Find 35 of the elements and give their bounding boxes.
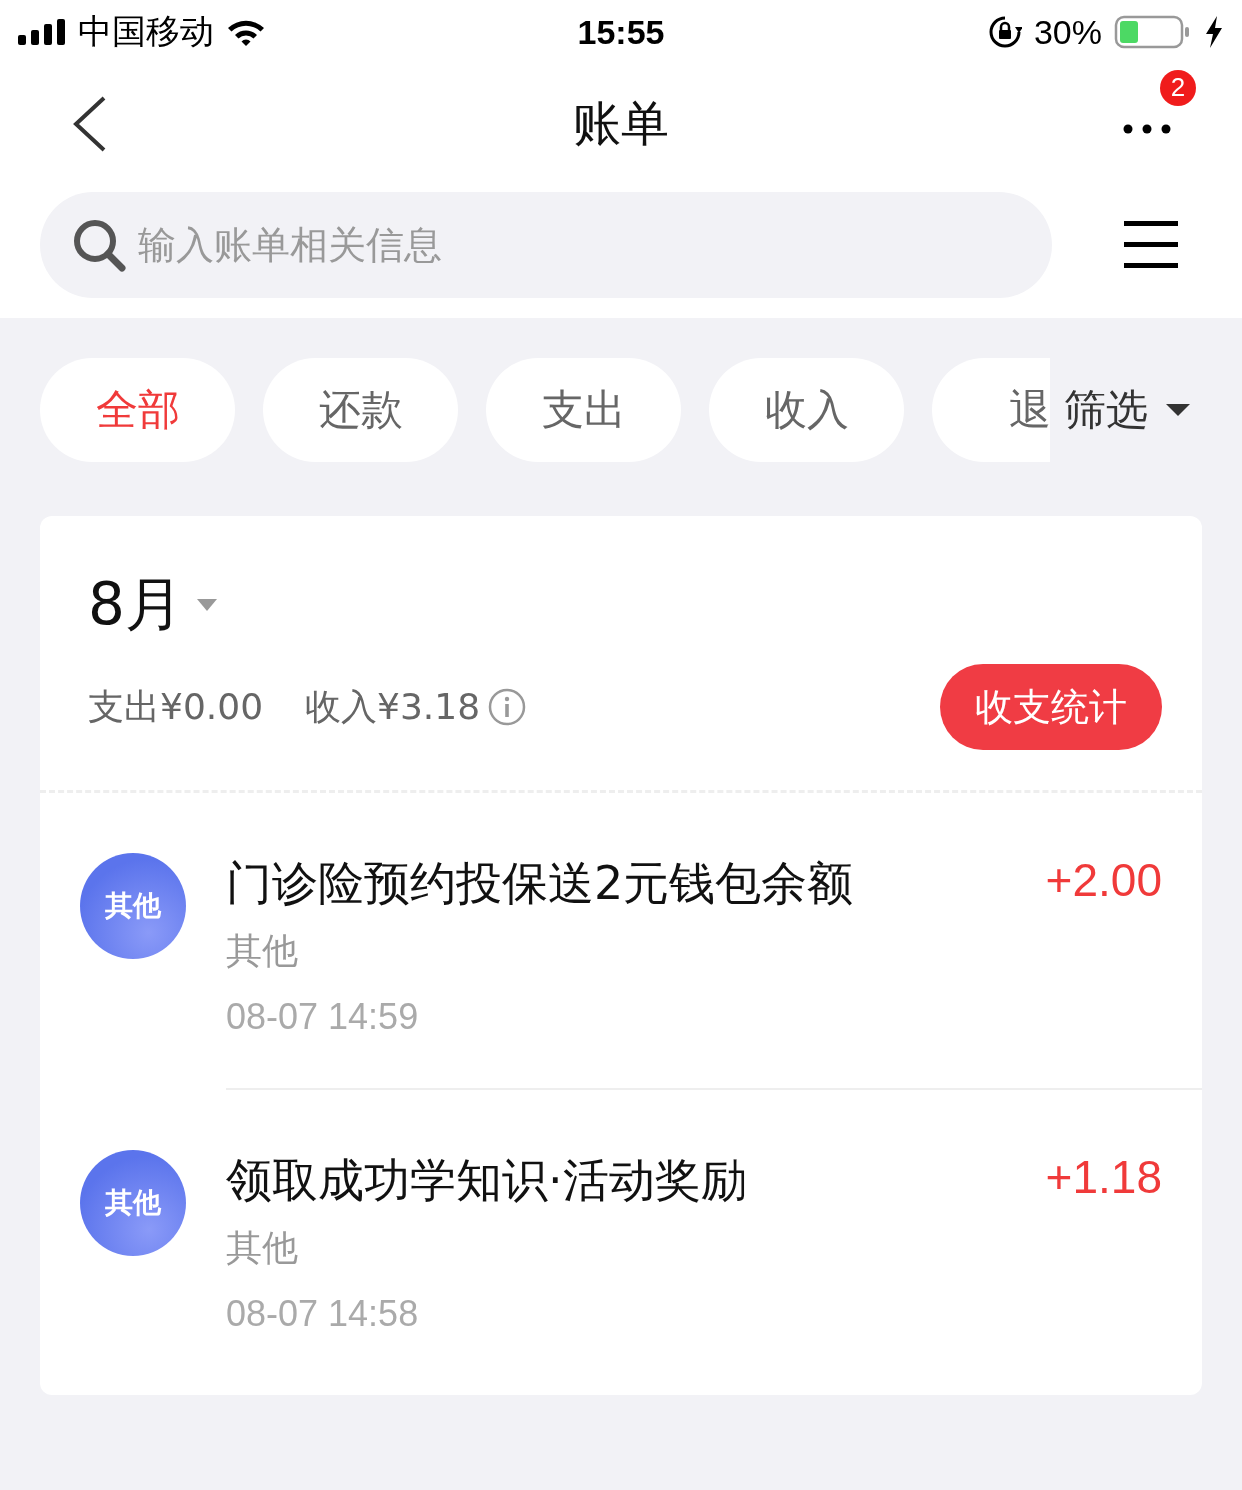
rotation-lock-icon [987,15,1022,49]
back-icon[interactable] [72,96,108,152]
filter-tab[interactable]: 退 [932,358,1050,462]
transaction-title: 门诊险预约投保送2元钱包余额 [226,855,854,912]
transaction-category: 其他 [226,1226,299,1270]
income-total: 收入¥3.18 [305,684,481,729]
page-title: 账单 [573,94,669,153]
caret-icon [196,599,217,611]
category-avatar: 其他 [80,1150,186,1256]
menu-icon[interactable] [1124,221,1178,269]
battery-icon [1114,15,1192,49]
transaction-category: 其他 [226,929,299,973]
filter-tab[interactable]: 全部 [40,358,235,462]
notification-badge: 2 [1160,69,1196,106]
transaction-time: 08-07 14:58 [226,1293,420,1335]
category-avatar: 其他 [80,853,186,959]
caret-icon [1166,403,1190,417]
expense-total: 支出¥0.00 [88,684,264,729]
transaction-amount: +1.18 [1045,1150,1162,1205]
filter-tab[interactable]: 还款 [263,358,458,462]
more-icon[interactable] [1122,122,1172,135]
carrier-name: 中国移动 [78,10,214,53]
stats-button[interactable]: 收支统计 [940,664,1162,750]
filter-tab[interactable]: 收入 [709,358,904,462]
transaction-title: 领取成功学知识·活动奖励 [226,1152,747,1209]
search-field[interactable]: 输入账单相关信息 [40,192,1052,298]
month-label[interactable]: 8月 [88,566,183,644]
clock-time: 15:55 [577,12,665,52]
signal-icon [18,19,66,45]
charging-bolt-icon [1204,16,1224,48]
transaction-amount: +2.00 [1045,853,1162,908]
transaction-time: 08-07 14:59 [226,996,420,1038]
battery-percent: 30% [1033,12,1102,52]
filter-tab[interactable]: 支出 [486,358,681,462]
info-icon[interactable] [488,688,527,726]
